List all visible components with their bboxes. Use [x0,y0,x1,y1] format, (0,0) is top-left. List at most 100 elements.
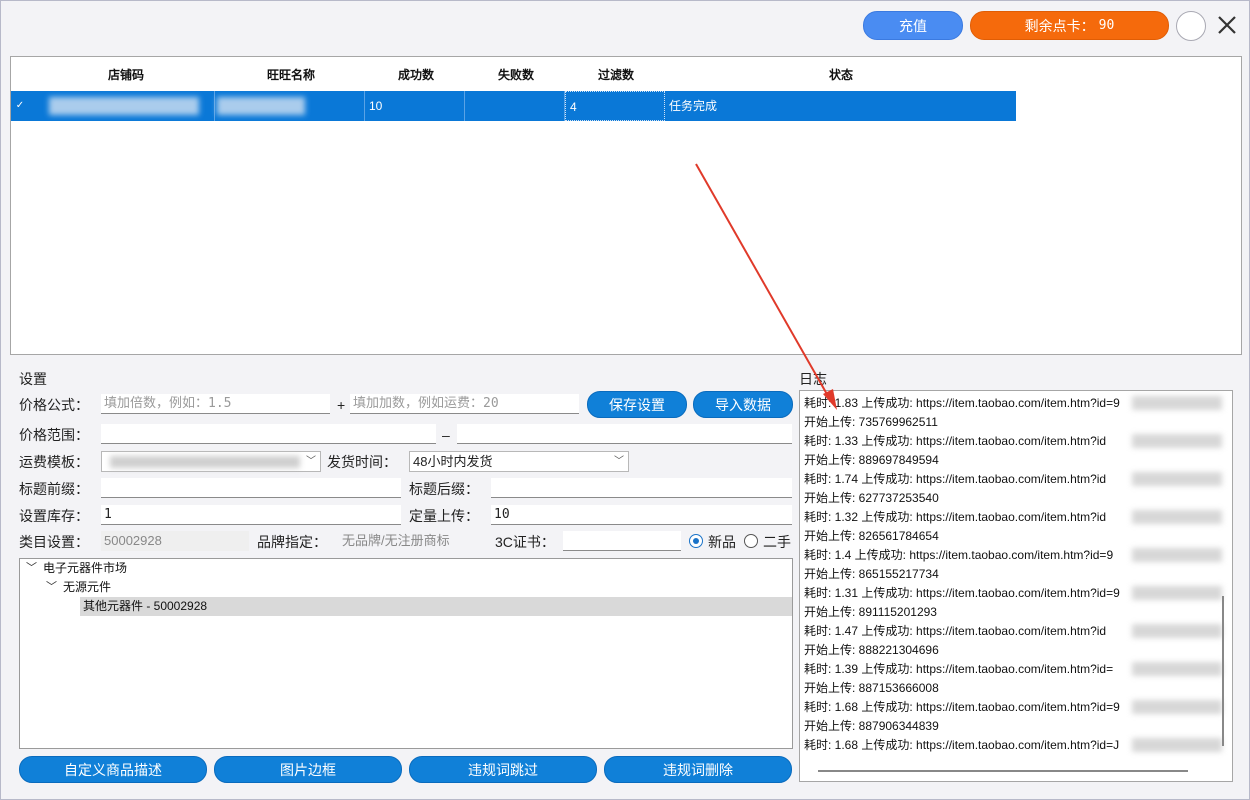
price-formula-label: 价格公式： [19,397,89,413]
shipping-template-label: 运费模板： [19,454,89,470]
recharge-button[interactable]: 充值 [863,11,963,40]
horizontal-scrollbar[interactable] [818,770,1188,772]
image-border-button[interactable]: 图片边框 [214,756,402,783]
ship-time-select[interactable]: 48小时内发货 ﹀ [409,451,629,472]
log-title: 日志 [799,371,827,387]
redaction-blur [1132,700,1222,714]
title-prefix-input[interactable] [101,478,401,498]
log-line: 耗时: 1.39 上传成功: https://item.taobao.com/i… [804,662,1114,676]
log-line: 开始上传: 627737253540 [804,491,939,505]
stock-label: 设置库存： [19,508,89,524]
log-line: 耗时: 1.68 上传成功: https://item.taobao.com/i… [804,738,1120,752]
price-range-label: 价格范围： [19,427,89,443]
price-max-input[interactable] [457,424,792,444]
log-line: 耗时: 1.83 上传成功: https://item.taobao.com/i… [804,396,1120,410]
quota-label: 定量上传： [409,508,479,524]
log-line: 耗时: 1.68 上传成功: https://item.taobao.com/i… [804,700,1120,714]
redaction-blur [1132,434,1222,448]
custom-description-label: 自定义商品描述 [64,761,162,778]
ship-time-label: 发货时间： [327,454,397,470]
cell-filtered: 4 [565,91,665,121]
log-line: 耗时: 1.32 上传成功: https://item.taobao.com/i… [804,510,1107,524]
save-settings-label: 保存设置 [609,396,665,413]
redaction-blur [1132,396,1222,410]
save-settings-button[interactable]: 保存设置 [587,391,687,418]
radio-dot-icon [693,538,699,544]
import-data-label: 导入数据 [715,396,771,413]
ship-time-value: 48小时内发货 [413,454,493,469]
price-min-input[interactable] [101,424,436,444]
tree-node-child[interactable]: 无源元件 [63,578,111,596]
brand-field [339,531,489,551]
quota-input[interactable] [491,505,792,525]
skip-banned-words-button[interactable]: 违规词跳过 [409,756,597,783]
category-tree[interactable]: ﹀ 电子元器件市场 ﹀ 无源元件 其他元器件 - 50002928 [19,558,793,749]
tree-node-root[interactable]: 电子元器件市场 [43,559,127,577]
chevron-down-icon[interactable]: ﹀ [46,578,57,596]
column-header-filtered[interactable]: 过滤数 [598,66,634,83]
cert-input[interactable] [563,531,681,551]
log-panel[interactable]: 耗时: 1.83 上传成功: https://item.taobao.com/i… [799,390,1233,782]
redaction-blur [49,97,199,115]
log-line: 开始上传: 891115201293 [804,605,937,619]
redaction-blur [1132,548,1222,562]
plus-sign: + [337,397,346,413]
log-line: 耗时: 1.31 上传成功: https://item.taobao.com/i… [804,586,1120,600]
app-window: 充值 剩余点卡：90 店铺码 旺旺名称 成功数 失败数 过滤数 状态 ✓ 10 [0,0,1250,800]
close-button[interactable] [1213,10,1241,40]
log-line: 耗时: 1.74 上传成功: https://item.taobao.com/i… [804,472,1107,486]
multiplier-input[interactable] [101,394,330,414]
condition-used-label: 二手 [763,534,791,550]
column-header-status[interactable]: 状态 [829,66,853,83]
radio-new[interactable] [689,534,703,548]
cert-label: 3C证书： [495,534,555,550]
title-suffix-label: 标题后缀： [409,481,479,497]
column-header-store-code[interactable]: 店铺码 [108,66,144,83]
redaction-blur [217,97,305,115]
remaining-credits-button[interactable]: 剩余点卡： 90 [970,11,1169,40]
custom-description-button[interactable]: 自定义商品描述 [19,756,207,783]
chevron-down-icon: ﹀ [614,456,624,467]
category-label: 类目设置： [19,534,89,550]
table-row[interactable]: ✓ 10 4 任务完成 [11,91,1016,121]
condition-new-label: 新品 [708,534,736,550]
cell-success: 10 [365,91,465,121]
cell-status: 任务完成 [669,99,718,113]
column-header-success[interactable]: 成功数 [398,66,434,83]
category-id-field [101,531,249,551]
recharge-button-label: 充值 [899,17,927,34]
delete-banned-words-button[interactable]: 违规词删除 [604,756,792,783]
image-border-label: 图片边框 [280,761,336,778]
redaction-blur [110,456,300,468]
log-line: 开始上传: 889697849594 [804,453,939,467]
radio-used[interactable] [744,534,758,548]
range-dash: – [442,427,450,443]
column-header-wangwang[interactable]: 旺旺名称 [267,66,315,83]
status-circle-button[interactable] [1176,11,1206,41]
log-line: 耗时: 1.4 上传成功: https://item.taobao.com/it… [804,548,1114,562]
redaction-blur [1132,662,1222,676]
import-data-button[interactable]: 导入数据 [693,391,793,418]
log-line: 开始上传: 735769962511 [804,415,938,429]
addition-input[interactable] [350,394,579,414]
cell-wangwang [215,91,365,121]
brand-label: 品牌指定： [257,534,327,550]
skip-banned-words-label: 违规词跳过 [468,761,538,778]
chevron-down-icon: ﹀ [306,456,316,467]
vertical-scrollbar[interactable] [1222,596,1224,746]
log-line: 耗时: 1.47 上传成功: https://item.taobao.com/i… [804,624,1107,638]
remaining-credits-value: 90 [1098,18,1115,33]
redaction-blur [1132,586,1222,600]
stock-input[interactable] [101,505,401,525]
redaction-blur [1132,510,1222,524]
shipping-template-select[interactable]: ﹀ [101,451,321,472]
title-suffix-input[interactable] [491,478,792,498]
chevron-down-icon[interactable]: ﹀ [26,559,37,577]
tree-node-leaf[interactable]: 其他元器件 - 50002928 [83,597,207,615]
redaction-blur [1132,472,1222,486]
redaction-blur [1132,624,1222,638]
task-table[interactable]: 店铺码 旺旺名称 成功数 失败数 过滤数 状态 ✓ 10 4 任务完成 [10,56,1242,355]
log-line: 开始上传: 887153666008 [804,681,939,695]
row-check-icon[interactable]: ✓ [14,100,26,112]
column-header-fail[interactable]: 失败数 [498,66,534,83]
